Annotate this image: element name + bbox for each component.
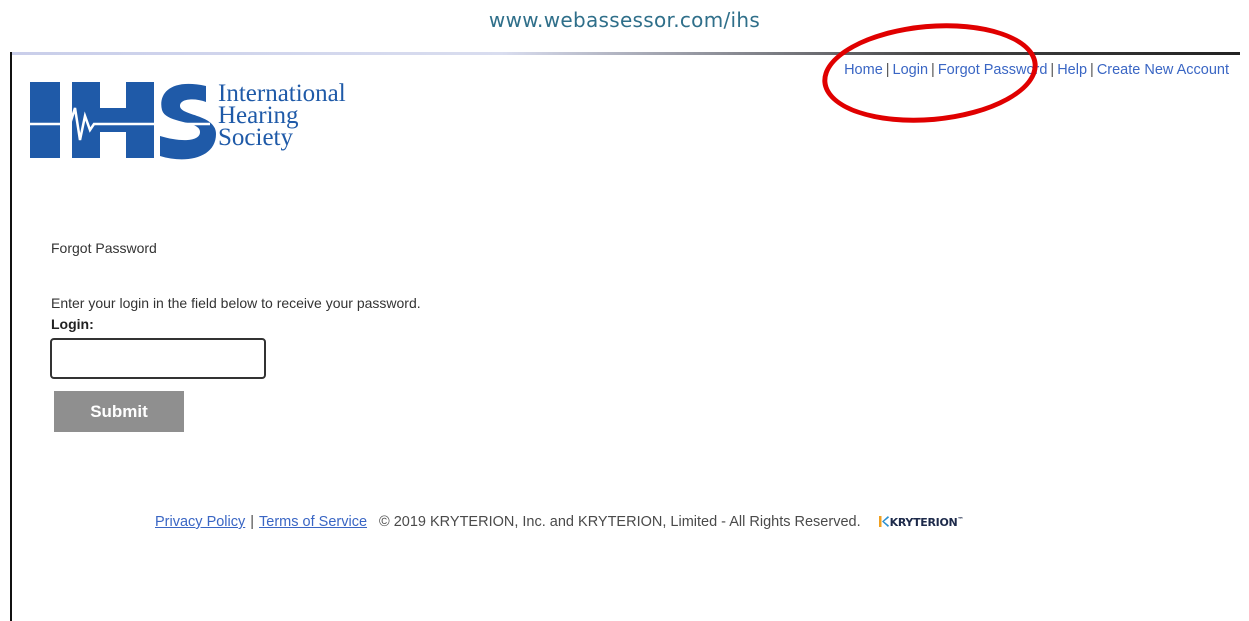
window-top-border [10, 52, 1240, 55]
terms-of-service-link[interactable]: Terms of Service [259, 514, 367, 530]
logo-line-society: Society [218, 124, 293, 151]
footer: Privacy Policy | Terms of Service © 2019 KR… [155, 514, 963, 530]
top-navigation: Home | Login | Forgot Password | Help | Create N… [844, 62, 1229, 78]
kryterion-mark-icon [878, 515, 889, 527]
kryterion-text: KRYTERION [889, 515, 958, 529]
nav-separator: | [1050, 62, 1055, 78]
kryterion-logo: KRYTERION™ [878, 515, 964, 529]
nav-separator: | [885, 62, 890, 78]
logo-text: International Hearing Society [218, 81, 346, 151]
login-label: Login: [51, 316, 94, 332]
nav-help-link[interactable]: Help [1057, 62, 1087, 78]
nav-forgot-password-link[interactable]: Forgot Password [938, 62, 1048, 78]
nav-separator: | [1090, 62, 1094, 78]
page-title: Forgot Password [51, 240, 157, 256]
url-caption: www.webassessor.com/ihs [488, 8, 761, 32]
nav-login-link[interactable]: Login [893, 62, 928, 78]
nav-create-account-link[interactable]: Create New Account [1097, 62, 1229, 78]
nav-home-link[interactable]: Home [844, 62, 883, 78]
instructions-text: Enter your login in the field below to r… [51, 295, 421, 311]
privacy-policy-link[interactable]: Privacy Policy [155, 514, 245, 530]
trademark-mark: ™ [957, 516, 964, 524]
window-left-border [10, 52, 12, 621]
copyright-text: © 2019 KRYTERION, Inc. and KRYTERION, Li… [379, 514, 861, 530]
submit-button[interactable]: Submit [54, 391, 184, 432]
footer-separator: | [250, 514, 255, 530]
login-input[interactable] [50, 338, 266, 379]
nav-separator: | [931, 62, 935, 78]
